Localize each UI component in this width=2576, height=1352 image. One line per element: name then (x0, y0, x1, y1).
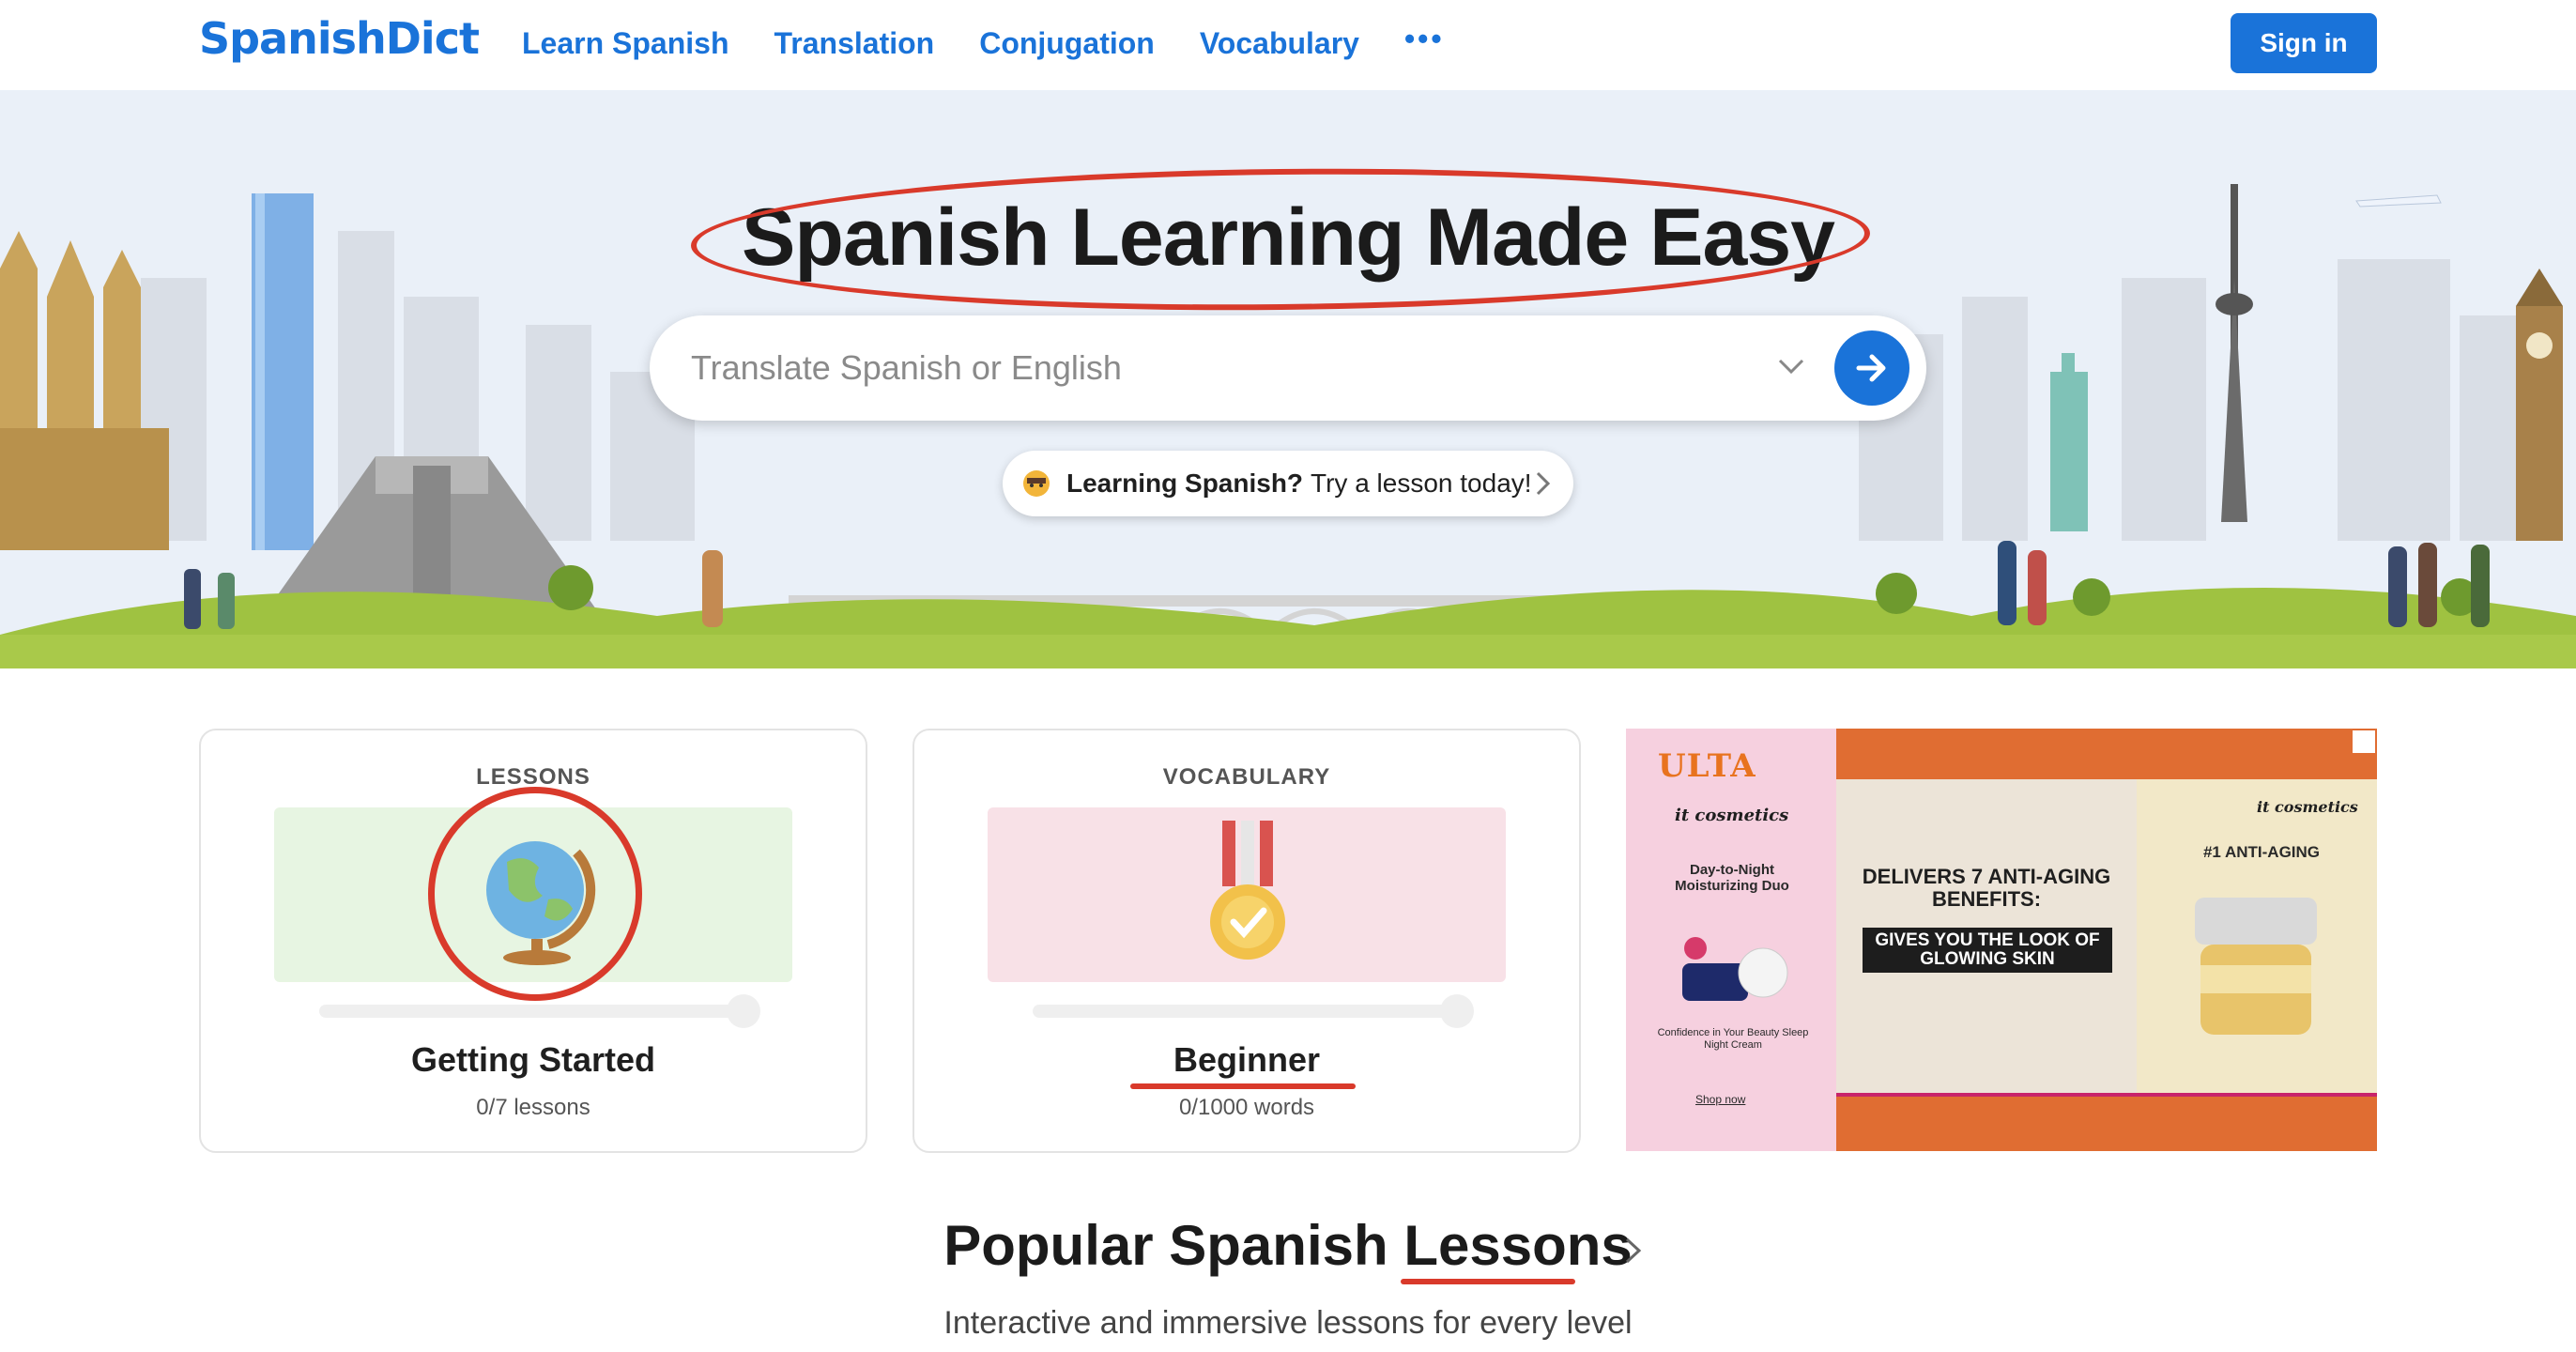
card-subtitle: 0/7 lessons (476, 1095, 590, 1120)
vocabulary-progress-bar (1033, 994, 1474, 1028)
popular-lessons-title[interactable]: Popular Spanish Lessons (0, 1213, 2576, 1278)
adchoices-icon[interactable] (2353, 730, 2375, 753)
card-title: Beginner (1173, 1040, 1321, 1079)
vocabulary-card[interactable]: VOCABULARY Beginner 0/1000 words (912, 729, 1581, 1153)
promo-text: Try a lesson today! (1311, 469, 1532, 498)
ad-callout: GIVES YOU THE LOOK OF GLOWING SKIN (1863, 928, 2112, 973)
translate-submit-button[interactable] (1834, 330, 1909, 406)
sign-in-button[interactable]: Sign in (2231, 13, 2377, 73)
chevron-right-icon (1536, 471, 1551, 496)
lesson-promo-pill[interactable]: Learning Spanish? Try a lesson today! (1003, 451, 1573, 516)
card-subtitle: 0/1000 words (1178, 1095, 1315, 1120)
ad-headline: DELIVERS 7 ANTI-AGING BENEFITS: (1862, 865, 2111, 911)
promo-bold-text: Learning Spanish? (1066, 469, 1304, 498)
ad-sub-brand: it cosmetics (1675, 806, 1789, 825)
nav-link-conjugation[interactable]: Conjugation (979, 26, 1155, 61)
ad-cream-jar-image (2195, 898, 2317, 1035)
ad-left-heading: Day-to-Night Moisturizing Duo (1675, 862, 1789, 894)
more-menu-icon[interactable]: ••• (1404, 22, 1445, 56)
popular-lessons-subtitle: Interactive and immersive lessons for ev… (943, 1305, 1633, 1341)
translate-search-box (650, 315, 1926, 421)
ad-brand-logo: ULTA (1658, 747, 1756, 785)
nav-link-learn-spanish[interactable]: Learn Spanish (522, 26, 729, 61)
progress-knob (727, 994, 760, 1028)
teacher-emoji-icon (1023, 470, 1050, 497)
card-kicker: VOCABULARY (1162, 764, 1331, 790)
chevron-down-icon[interactable] (1772, 347, 1810, 385)
medal-icon (1210, 821, 1285, 960)
lessons-progress-bar (319, 994, 760, 1028)
ad-top-strip (1836, 729, 2377, 779)
ad-right-brand: it cosmetics (2257, 798, 2358, 816)
arrow-right-icon (1856, 354, 1886, 382)
advertisement-banner[interactable]: ULTA it cosmetics Day-to-Night Moisturiz… (1626, 729, 2377, 1151)
ad-right-heading: #1 ANTI-AGING (2202, 843, 2321, 861)
chevron-right-icon[interactable] (1622, 1232, 1645, 1269)
annotation-lessons-underline (1401, 1279, 1575, 1284)
top-nav: SpanishDict Learn Spanish Translation Co… (0, 0, 2576, 90)
annotation-beginner-underline (1130, 1083, 1356, 1089)
nav-links: Learn Spanish Translation Conjugation Vo… (522, 22, 1445, 61)
ad-bottom-strip (1836, 1097, 2377, 1151)
hero-banner: Spanish Learning Made Easy Learning Span… (0, 90, 2576, 668)
ad-left-small-text: Confidence in Your Beauty Sleep Night Cr… (1657, 1027, 1809, 1051)
ad-product-image (1682, 937, 1788, 1001)
lessons-card[interactable]: LESSONS Getting Started 0/7 lessons (199, 729, 867, 1153)
translate-search-input[interactable] (691, 344, 1724, 392)
nav-link-translation[interactable]: Translation (774, 26, 935, 61)
spanishdict-logo[interactable]: SpanishDict (199, 13, 480, 64)
nav-link-vocabulary[interactable]: Vocabulary (1200, 26, 1359, 61)
card-title: Getting Started (410, 1040, 655, 1079)
annotation-globe-circle (428, 787, 642, 1001)
progress-knob (1440, 994, 1474, 1028)
ad-shop-now-link[interactable]: Shop now (1695, 1093, 1745, 1106)
